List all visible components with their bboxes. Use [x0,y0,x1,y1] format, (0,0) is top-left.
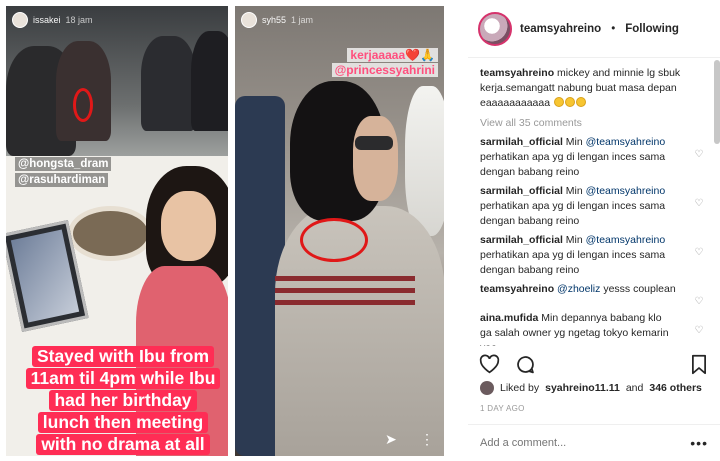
story-header: issakei 18 jam [12,12,222,28]
story-caption: Stayed with Ibu from 11am til 4pm while … [12,346,228,455]
emoji-icon [576,97,586,107]
story-header: syh55 1 jam [241,12,438,28]
comment-prefix: Min [565,234,583,246]
sunglasses-shape [355,136,393,150]
heart-icon[interactable]: ♡ [692,198,706,209]
mention-tag: @rasuhardiman [15,173,109,187]
stripe-shape [275,288,415,293]
comment-text: perhatikan apa yg di lengan inces sama d… [480,249,666,276]
bookmark-icon[interactable] [688,353,710,375]
story-username: syh55 [262,15,287,25]
caption-line: 11am til 4pm while Ibu [25,368,221,389]
avatar [480,381,494,395]
likes-prefix: Liked by [500,382,540,394]
caption-line: had her birthday [49,390,197,411]
comment-row: sarmilah_official Min @teamsyahreino per… [480,135,706,180]
comment-row: teamsyahreino @zhoeliz yesss couplean ♡ [480,282,706,307]
girl-face-shape [161,191,216,261]
caption-line: with no drama at all [36,434,210,455]
likes-count[interactable]: 346 others [649,382,702,394]
story-screenshot-left: issakei 18 jam @hongsta_dram @rasuhardim… [6,6,228,456]
likes-username[interactable]: syahreino11.11 [545,382,620,394]
stripe-shape [275,276,415,281]
person-shape [191,31,228,131]
likes-and: and [625,382,644,394]
comment-username[interactable]: teamsyahreino [480,283,554,295]
mention-tag: @hongsta_dram [15,157,112,171]
view-all-comments-link[interactable]: View all 35 comments [480,117,706,129]
story-time: 1 jam [291,15,314,25]
comment-input[interactable] [480,437,670,449]
bowl-shape [68,206,153,261]
comments-area[interactable]: teamsyahreino mickey and minnie lg sbuk … [480,66,706,346]
comment-row: sarmilah_official Min @teamsyahreino per… [480,184,706,229]
highlight-circle [300,218,368,262]
action-bar [478,352,710,376]
face-shape [353,116,398,201]
emoji-icon [554,97,564,107]
more-options-icon[interactable]: ••• [690,435,708,451]
story-avatar [241,12,257,28]
post-username[interactable]: teamsyahreino [520,23,601,35]
comment-text: perhatikan apa yg di lengan inces sama d… [480,200,666,227]
highlight-circle [73,88,93,122]
caption-line: lunch then meeting [37,412,209,433]
comment-prefix: Min [565,185,583,197]
scrollbar[interactable] [714,60,720,144]
comment-icon[interactable] [514,353,536,375]
stripe-shape [275,300,415,305]
comment-mention[interactable]: @teamsyahreino [586,136,666,148]
caption-username[interactable]: teamsyahreino [480,67,554,79]
story-time: 18 jam [65,15,93,25]
comment-text: perhatikan apa yg di lengan inces sama d… [480,151,666,178]
post-caption: teamsyahreino mickey and minnie lg sbuk … [480,66,706,111]
heart-icon[interactable]: ♡ [692,296,706,307]
instagram-post-view: issakei 18 jam @hongsta_dram @rasuhardim… [0,0,720,461]
person-shape [141,36,196,131]
comment-row: sarmilah_official Min @teamsyahreino per… [480,233,706,278]
add-comment-bar: ••• [468,424,720,461]
heart-icon[interactable]: ♡ [692,325,706,336]
comment-mention[interactable]: @zhoeliz [557,283,600,295]
comment-username[interactable]: sarmilah_official [480,185,563,197]
heart-icon[interactable] [478,353,500,375]
story-avatar [12,12,28,28]
story-text-line: kerjaaaaa❤️🙏 [347,48,438,62]
separator-dot: • [611,22,616,35]
post-header: teamsyahreino • Following [468,0,720,58]
post-panel: teamsyahreino • Following teamsyahreino … [468,0,720,461]
story-username: issakei [33,15,61,25]
comment-prefix: Min [565,136,583,148]
story-text-line: @princessyahrini [331,63,438,77]
comment-username[interactable]: sarmilah_official [480,136,563,148]
heart-icon[interactable]: ♡ [692,247,706,258]
comment-row: aina.mufida Min depannya babang klo ga s… [480,311,706,346]
comment-mention[interactable]: @teamsyahreino [586,185,666,197]
heart-icon[interactable]: ♡ [692,149,706,160]
avatar[interactable] [478,11,512,46]
caption-line: Stayed with Ibu from [31,346,215,367]
comment-text: yesss couplean [603,283,676,295]
comment-username[interactable]: sarmilah_official [480,234,563,246]
comment-username[interactable]: aina.mufida [480,312,538,324]
more-icon[interactable]: ⋮ [420,431,434,448]
emoji-icon [565,97,575,107]
comment-mention[interactable]: @teamsyahreino [586,234,666,246]
send-icon[interactable]: ➤ [385,431,397,448]
following-button[interactable]: Following [625,23,679,35]
post-date: 1 DAY AGO [480,404,525,413]
likes-line: Liked by syahreino11.11 and 346 others [480,381,702,395]
